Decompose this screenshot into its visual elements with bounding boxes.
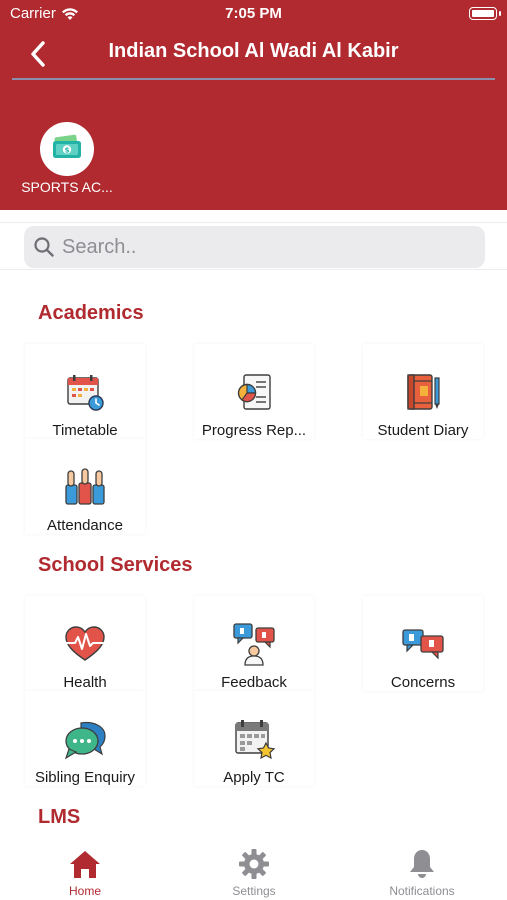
tile-label: Attendance bbox=[47, 517, 123, 534]
svg-text:$: $ bbox=[65, 146, 70, 154]
tab-label: Home bbox=[68, 884, 101, 898]
tile-attendance[interactable]: Attendance bbox=[25, 439, 145, 534]
header-banner: $ SPORTS AC... bbox=[0, 80, 507, 210]
tile-concerns[interactable]: Concerns bbox=[363, 596, 483, 691]
chevron-left-icon bbox=[31, 41, 45, 67]
feedback-icon bbox=[232, 622, 276, 666]
tile-sibling-enquiry[interactable]: Sibling Enquiry bbox=[25, 691, 145, 786]
raised-hands-icon bbox=[63, 465, 107, 509]
diary-icon bbox=[401, 370, 445, 414]
bell-icon bbox=[405, 847, 439, 881]
tile-label: Progress Rep... bbox=[201, 422, 307, 439]
nav-bar: Indian School Al Wadi Al Kabir bbox=[0, 28, 507, 80]
tab-home[interactable]: Home bbox=[30, 847, 140, 898]
tile-progress-report[interactable]: Progress Rep... bbox=[194, 344, 314, 439]
report-chart-icon bbox=[232, 370, 276, 414]
tile-timetable[interactable]: Timetable bbox=[25, 344, 145, 439]
tile-label: Timetable bbox=[52, 422, 118, 439]
quick-access-label: SPORTS AC... bbox=[21, 179, 113, 195]
tile-label: Health bbox=[63, 674, 107, 691]
tile-label: Sibling Enquiry bbox=[34, 769, 136, 786]
tile-label: Feedback bbox=[221, 674, 287, 691]
calendar-star-icon bbox=[232, 717, 276, 761]
search-input[interactable] bbox=[56, 235, 485, 259]
tab-label: Settings bbox=[232, 884, 276, 898]
tile-feedback[interactable]: Feedback bbox=[194, 596, 314, 691]
tab-settings[interactable]: Settings bbox=[199, 847, 309, 898]
search-icon bbox=[32, 235, 56, 259]
chat-bubbles-icon bbox=[63, 717, 107, 761]
status-bar: Carrier 7:05 PM bbox=[0, 0, 507, 28]
tile-label: Concerns bbox=[390, 674, 456, 691]
tile-label: Apply TC bbox=[223, 769, 285, 786]
calendar-clock-icon bbox=[63, 370, 107, 414]
back-button[interactable] bbox=[22, 38, 54, 70]
gear-icon bbox=[237, 847, 271, 881]
quick-access-sports[interactable]: $ SPORTS AC... bbox=[14, 122, 120, 195]
page-title: Indian School Al Wadi Al Kabir bbox=[108, 40, 399, 62]
search-container bbox=[0, 222, 507, 270]
search-bar[interactable] bbox=[24, 226, 485, 268]
tile-health[interactable]: Health bbox=[25, 596, 145, 691]
tab-notifications[interactable]: Notifications bbox=[367, 847, 477, 898]
battery-icon bbox=[469, 7, 501, 20]
tile-student-diary[interactable]: Student Diary bbox=[363, 344, 483, 439]
heart-pulse-icon bbox=[63, 622, 107, 666]
tab-bar: Home Settings Notifications bbox=[0, 843, 507, 900]
home-icon bbox=[68, 847, 102, 881]
concerns-icon bbox=[401, 622, 445, 666]
quick-access-icon-circle: $ bbox=[40, 122, 94, 176]
tile-label: Student Diary bbox=[377, 422, 469, 439]
clock: 7:05 PM bbox=[225, 5, 282, 22]
section-title-school-services: School Services bbox=[38, 554, 193, 576]
section-title-academics: Academics bbox=[38, 302, 144, 324]
section-title-lms: LMS bbox=[38, 806, 81, 828]
tab-label: Notifications bbox=[389, 884, 455, 898]
tile-apply-tc[interactable]: Apply TC bbox=[194, 691, 314, 786]
cash-icon: $ bbox=[53, 134, 81, 158]
